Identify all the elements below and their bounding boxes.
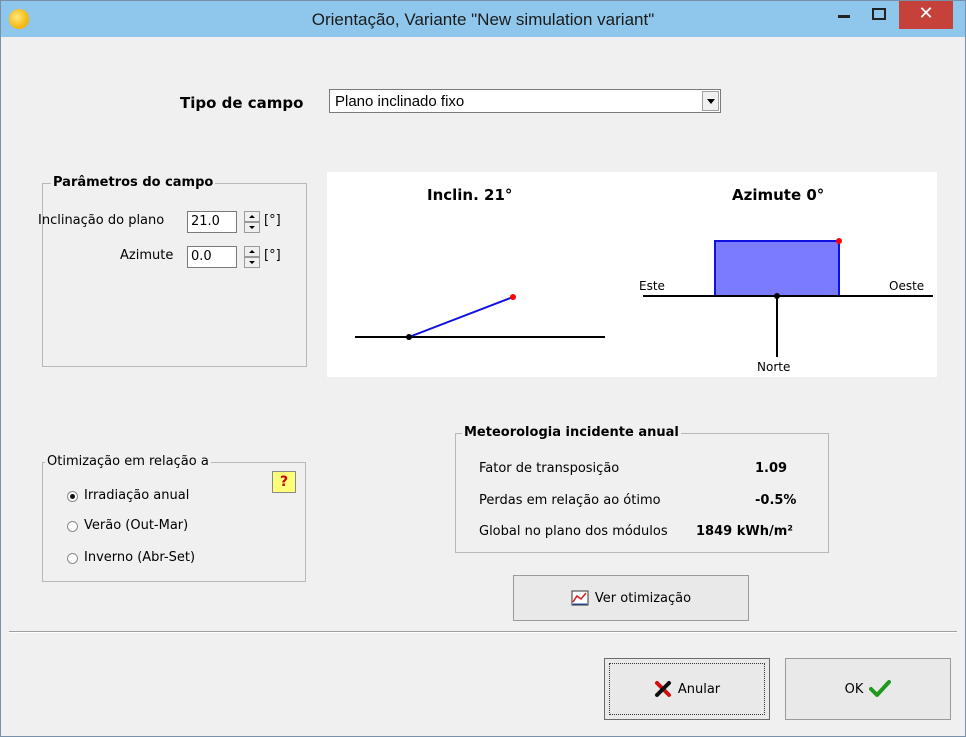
west-label: Oeste: [889, 279, 924, 293]
chart-icon: [571, 590, 589, 606]
azimuth-corner-marker: [836, 238, 842, 244]
azimuth-center-marker: [774, 293, 780, 299]
radio-indicator[interactable]: [67, 491, 78, 502]
maximize-button[interactable]: [862, 1, 896, 27]
close-icon: ✕: [918, 3, 934, 24]
tilt-stepper[interactable]: [244, 211, 260, 233]
tilt-tip-marker: [510, 294, 516, 300]
orientation-diagram: Inclin. 21° Azimute 0° Este Oeste Norte: [327, 172, 937, 377]
meteo-title: Meteorologia incidente anual: [462, 425, 681, 440]
radio-label: Irradiação anual: [84, 488, 190, 503]
azimuth-panel-rect: [714, 240, 840, 297]
tilt-panel-line: [408, 296, 514, 338]
tilt-pivot-marker: [406, 334, 412, 340]
tilt-up-arrow-icon[interactable]: [244, 211, 260, 222]
footer-divider-highlight: [9, 632, 957, 633]
tilt-unit: [°]: [264, 213, 281, 228]
ok-button[interactable]: OK: [785, 658, 951, 720]
azimuth-diagram-title: Azimute 0°: [732, 186, 824, 204]
azimuth-unit: [°]: [264, 248, 281, 263]
dialog-window: Orientação, Variante "New simulation var…: [0, 0, 966, 737]
global-plane-label: Global no plano dos módulos: [479, 524, 668, 539]
field-parameters-title: Parâmetros do campo: [51, 175, 216, 190]
view-optimization-label: Ver otimização: [594, 590, 692, 606]
field-type-value: Plano inclinado fixo: [335, 93, 465, 110]
azimuth-stepper[interactable]: [244, 246, 260, 268]
transposition-factor-value: 1.09: [755, 461, 788, 476]
global-plane-value: 1849 kWh/m²: [696, 524, 793, 539]
checkmark-icon: [869, 680, 892, 697]
azimuth-up-arrow-icon[interactable]: [244, 246, 260, 257]
azimuth-down-arrow-icon[interactable]: [244, 257, 260, 268]
view-optimization-button[interactable]: Ver otimização: [513, 575, 749, 621]
help-button[interactable]: ?: [272, 471, 296, 493]
radio-indicator[interactable]: [67, 553, 78, 564]
tilt-input[interactable]: 21.0: [187, 211, 237, 233]
azimuth-input[interactable]: 0.0: [187, 246, 237, 268]
azimuth-label: Azimute: [120, 248, 174, 263]
radio-label: Verão (Out-Mar): [84, 518, 189, 533]
radio-indicator[interactable]: [67, 521, 78, 532]
cancel-button[interactable]: Anular: [604, 658, 770, 720]
minimize-button[interactable]: [827, 1, 861, 27]
field-parameters-group: Parâmetros do campo: [42, 175, 307, 367]
help-question-icon: ?: [279, 474, 289, 490]
dialog-body: Tipo de campo Plano inclinado fixo Parâm…: [9, 37, 957, 727]
optimum-loss-value: -0.5%: [755, 493, 797, 508]
north-label: Norte: [757, 360, 790, 374]
east-label: Este: [639, 279, 665, 293]
optimum-loss-label: Perdas em relação ao ótimo: [479, 493, 661, 508]
chevron-down-icon[interactable]: [702, 91, 719, 111]
window-title: Orientação, Variante "New simulation var…: [311, 10, 655, 29]
ok-label: OK: [844, 681, 864, 697]
tilt-label: Inclinação do plano: [38, 213, 165, 228]
radio-label: Inverno (Abr-Set): [84, 550, 196, 565]
orientation-diagram-svg: Inclin. 21° Azimute 0° Este Oeste Norte: [355, 186, 933, 374]
tilt-diagram-title: Inclin. 21°: [427, 186, 512, 204]
cancel-x-icon: [654, 681, 671, 697]
field-type-select[interactable]: Plano inclinado fixo: [329, 89, 721, 113]
transposition-factor-label: Fator de transposição: [479, 461, 620, 476]
optimization-title: Otimização em relação a: [45, 454, 211, 469]
field-type-label: Tipo de campo: [180, 94, 304, 112]
title-bar[interactable]: Orientação, Variante "New simulation var…: [1, 1, 965, 37]
close-button[interactable]: ✕: [899, 1, 953, 29]
cancel-label: Anular: [677, 681, 721, 697]
tilt-down-arrow-icon[interactable]: [244, 222, 260, 233]
